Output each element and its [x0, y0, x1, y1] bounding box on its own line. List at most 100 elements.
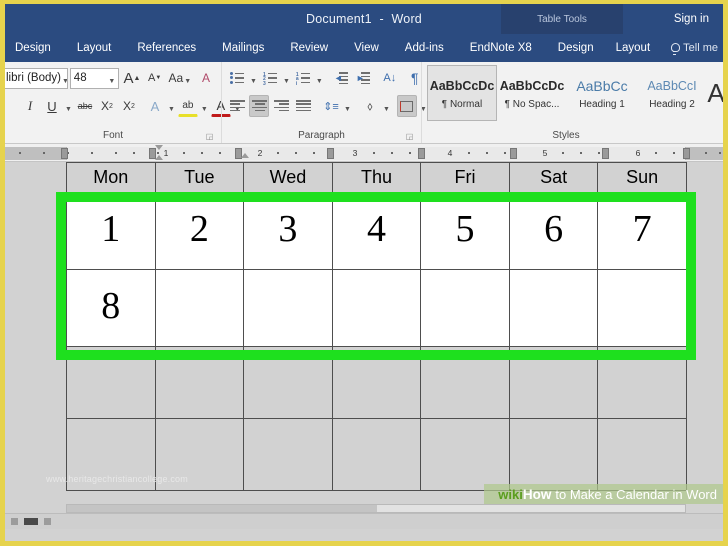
tab-layout[interactable]: Layout: [75, 34, 114, 62]
tab-table-layout[interactable]: Layout: [614, 34, 653, 62]
table-header-sat[interactable]: Sat: [508, 162, 599, 193]
grow-font-button[interactable]: A ▲: [121, 67, 142, 89]
calendar-cell[interactable]: [597, 346, 687, 419]
align-center-button[interactable]: [249, 95, 269, 117]
font-size-combobox[interactable]: 48 ▼: [69, 67, 120, 89]
calendar-cell[interactable]: 1: [66, 192, 156, 270]
tab-add-ins[interactable]: Add-ins: [403, 34, 446, 62]
shrink-font-button[interactable]: A ▼: [145, 67, 165, 89]
style-no-spacing[interactable]: AaBbCcDc ¶ No Spac...: [497, 65, 567, 121]
table-header-wed[interactable]: Wed: [243, 162, 333, 193]
calendar-cell[interactable]: [420, 346, 510, 419]
calendar-cell[interactable]: [154, 269, 245, 347]
clear-formatting-button[interactable]: A: [196, 67, 216, 89]
shading-button[interactable]: ⬨: [360, 95, 380, 117]
chevron-down-icon[interactable]: ▼: [64, 106, 73, 113]
calendar-cell[interactable]: [154, 346, 245, 419]
chevron-down-icon[interactable]: ▼: [343, 106, 352, 113]
ruler-tab-marker[interactable]: [602, 148, 609, 159]
calendar-cell[interactable]: [331, 346, 422, 419]
table-header-mon[interactable]: Mon: [66, 162, 156, 193]
sort-button[interactable]: A↓: [380, 67, 400, 89]
tab-table-design[interactable]: Design: [556, 34, 596, 62]
chevron-down-icon[interactable]: ▼: [282, 78, 291, 85]
font-dialog-launcher[interactable]: ◲: [205, 132, 214, 141]
borders-button[interactable]: [396, 95, 417, 117]
line-spacing-button[interactable]: ⇕≡: [321, 95, 341, 117]
calendar-cell[interactable]: [508, 418, 599, 491]
table-header-tue[interactable]: Tue: [154, 162, 245, 193]
chevron-down-icon[interactable]: ▼: [249, 78, 258, 85]
style-heading-2[interactable]: AaBbCcІ Heading 2: [637, 65, 707, 121]
underline-button[interactable]: U: [42, 95, 62, 117]
chevron-down-icon[interactable]: ▼: [200, 106, 209, 113]
increase-indent-button[interactable]: ►: [353, 67, 373, 89]
chevron-down-icon[interactable]: ▼: [167, 106, 176, 113]
calendar-cell[interactable]: 2: [154, 192, 245, 270]
italic-button[interactable]: I: [20, 95, 40, 117]
ruler-tab-marker[interactable]: [61, 148, 68, 159]
subscript-button[interactable]: X2: [97, 95, 117, 117]
calendar-table[interactable]: Mon Tue Wed Thu Fri Sat Sun 1 2 3 4 5 6 …: [66, 162, 687, 491]
ruler-tab-marker[interactable]: [683, 148, 690, 159]
tell-me-box[interactable]: Tell me: [670, 42, 718, 55]
calendar-cell[interactable]: [243, 269, 333, 347]
tab-references[interactable]: References: [135, 34, 198, 62]
sign-in-button[interactable]: Sign in: [674, 4, 709, 34]
horizontal-ruler[interactable]: 1 2 3 4 5 6: [5, 144, 723, 162]
calendar-cell[interactable]: 8: [66, 269, 156, 347]
calendar-cell[interactable]: [243, 418, 333, 491]
superscript-button[interactable]: X2: [119, 95, 139, 117]
tab-review[interactable]: Review: [288, 34, 330, 62]
text-effects-button[interactable]: A: [145, 95, 165, 117]
multilevel-list-button[interactable]: 1ai: [293, 67, 313, 89]
ruler-tab-marker[interactable]: [327, 148, 334, 159]
calendar-cell[interactable]: [331, 418, 422, 491]
tab-view[interactable]: View: [352, 34, 381, 62]
calendar-cell[interactable]: [597, 269, 687, 347]
numbering-button[interactable]: 123: [260, 67, 280, 89]
ruler-tab-marker[interactable]: [510, 148, 517, 159]
tab-design[interactable]: Design: [13, 34, 53, 62]
calendar-cell[interactable]: [420, 418, 510, 491]
tab-mailings[interactable]: Mailings: [220, 34, 266, 62]
document-canvas[interactable]: Mon Tue Wed Thu Fri Sat Sun 1 2 3 4 5 6 …: [5, 162, 723, 513]
paragraph-group-label: Paragraph ◲: [227, 130, 416, 143]
font-name-combobox[interactable]: libri (Body) ▼: [5, 67, 68, 89]
styles-more-button[interactable]: A: [707, 65, 723, 121]
style-normal[interactable]: AaBbCcDc ¶ Normal: [427, 65, 497, 121]
strikethrough-button[interactable]: abc: [75, 95, 95, 117]
align-right-button[interactable]: [271, 95, 291, 117]
chevron-down-icon[interactable]: ▼: [315, 78, 324, 85]
change-case-button[interactable]: Aa ▼: [167, 67, 194, 89]
paragraph-dialog-launcher[interactable]: ◲: [405, 132, 414, 141]
calendar-cell[interactable]: [420, 269, 510, 347]
table-header-thu[interactable]: Thu: [331, 162, 422, 193]
calendar-cell[interactable]: [66, 346, 156, 419]
justify-button[interactable]: [293, 95, 313, 117]
table-header-sun[interactable]: Sun: [597, 162, 687, 193]
calendar-cell[interactable]: [597, 418, 687, 491]
decrease-indent-button[interactable]: ◄: [331, 67, 351, 89]
calendar-cell[interactable]: 4: [331, 192, 422, 270]
horizontal-scrollbar[interactable]: [66, 504, 686, 513]
align-left-button[interactable]: [227, 95, 247, 117]
text-highlight-button[interactable]: ab: [177, 95, 198, 117]
calendar-cell[interactable]: [508, 269, 599, 347]
calendar-cell[interactable]: [243, 346, 333, 419]
calendar-cell[interactable]: [331, 269, 422, 347]
calendar-cell[interactable]: 5: [420, 192, 510, 270]
align-right-icon: [274, 100, 289, 112]
scrollbar-thumb[interactable]: [67, 505, 377, 512]
calendar-cell[interactable]: 3: [243, 192, 333, 270]
tab-endnote-x8[interactable]: EndNote X8: [468, 34, 534, 62]
bullets-button[interactable]: [227, 67, 247, 89]
style-heading-1[interactable]: AaBbCс Heading 1: [567, 65, 637, 121]
calendar-cell[interactable]: [508, 346, 599, 419]
ruler-left-indent-marker[interactable]: [241, 153, 249, 158]
calendar-cell[interactable]: 6: [508, 192, 599, 270]
chevron-down-icon[interactable]: ▼: [382, 106, 391, 113]
table-header-fri[interactable]: Fri: [420, 162, 510, 193]
ruler-tab-marker[interactable]: [418, 148, 425, 159]
calendar-cell[interactable]: 7: [597, 192, 687, 270]
